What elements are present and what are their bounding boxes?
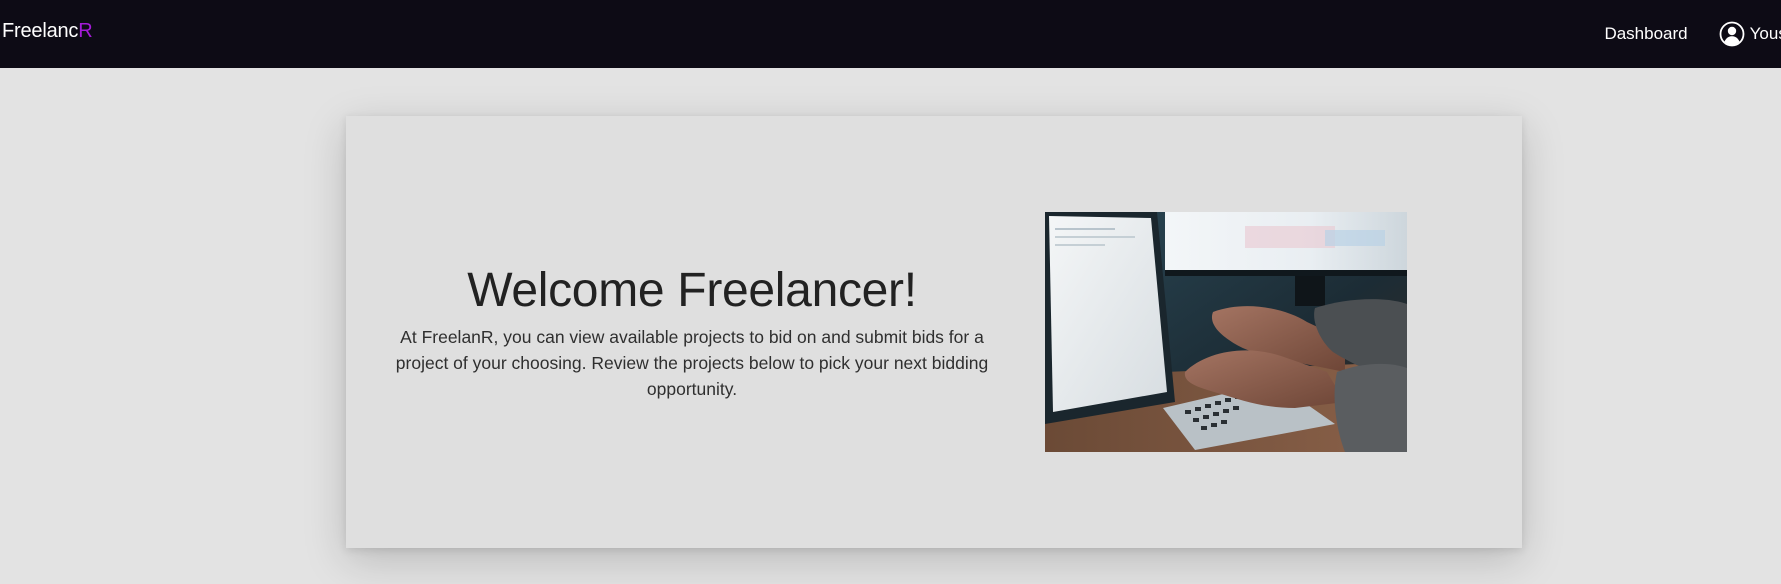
welcome-description: At FreelanR, you can view available proj… [395, 327, 989, 400]
welcome-text-block: Welcome Freelancer! At FreelanR, you can… [381, 264, 1003, 402]
laptop-typing-image [1045, 212, 1407, 452]
nav-right-group: Dashboard Yousef [1604, 0, 1781, 68]
brand-logo-link[interactable]: FreelancR [2, 20, 93, 43]
user-name-label: Yousef [1749, 24, 1781, 43]
welcome-card: Welcome Freelancer! At FreelanR, you can… [346, 116, 1522, 548]
user-menu-link[interactable]: Yousef [1719, 21, 1781, 47]
top-navbar: FreelancR Dashboard Yousef [0, 0, 1781, 68]
brand-name-accent: R [78, 20, 93, 42]
user-circle-icon [1719, 21, 1745, 47]
brand-name-main: Freelanc [2, 20, 79, 42]
welcome-title: Welcome Freelancer! [467, 264, 917, 317]
dashboard-link[interactable]: Dashboard [1604, 24, 1687, 44]
